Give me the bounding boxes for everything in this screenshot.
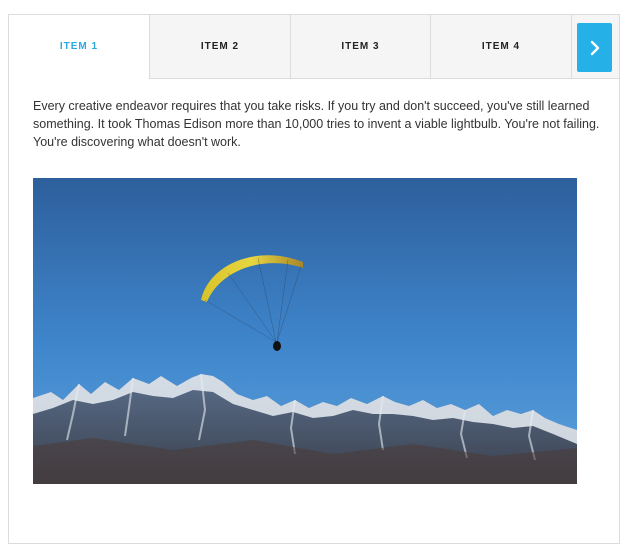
tab-label: ITEM 4	[481, 41, 521, 52]
tab-item-2[interactable]: ITEM 2	[149, 15, 290, 79]
tab-item-4[interactable]: ITEM 4	[430, 15, 571, 79]
tab-label: ITEM 1	[59, 41, 99, 52]
tabs-widget: ITEM 1 ITEM 2 ITEM 3 ITEM 4 Every creati…	[8, 14, 620, 544]
tab-panel-text: Every creative endeavor requires that yo…	[33, 99, 600, 149]
tab-bar: ITEM 1 ITEM 2 ITEM 3 ITEM 4	[9, 15, 619, 79]
paraglider-photo	[33, 178, 577, 484]
tab-label: ITEM 2	[200, 41, 240, 52]
tab-label: ITEM 3	[341, 41, 380, 52]
tab-item-3[interactable]: ITEM 3	[290, 15, 430, 79]
next-tab-button[interactable]	[577, 23, 612, 72]
tab-item-1[interactable]: ITEM 1	[9, 15, 149, 79]
chevron-right-icon	[590, 40, 599, 55]
